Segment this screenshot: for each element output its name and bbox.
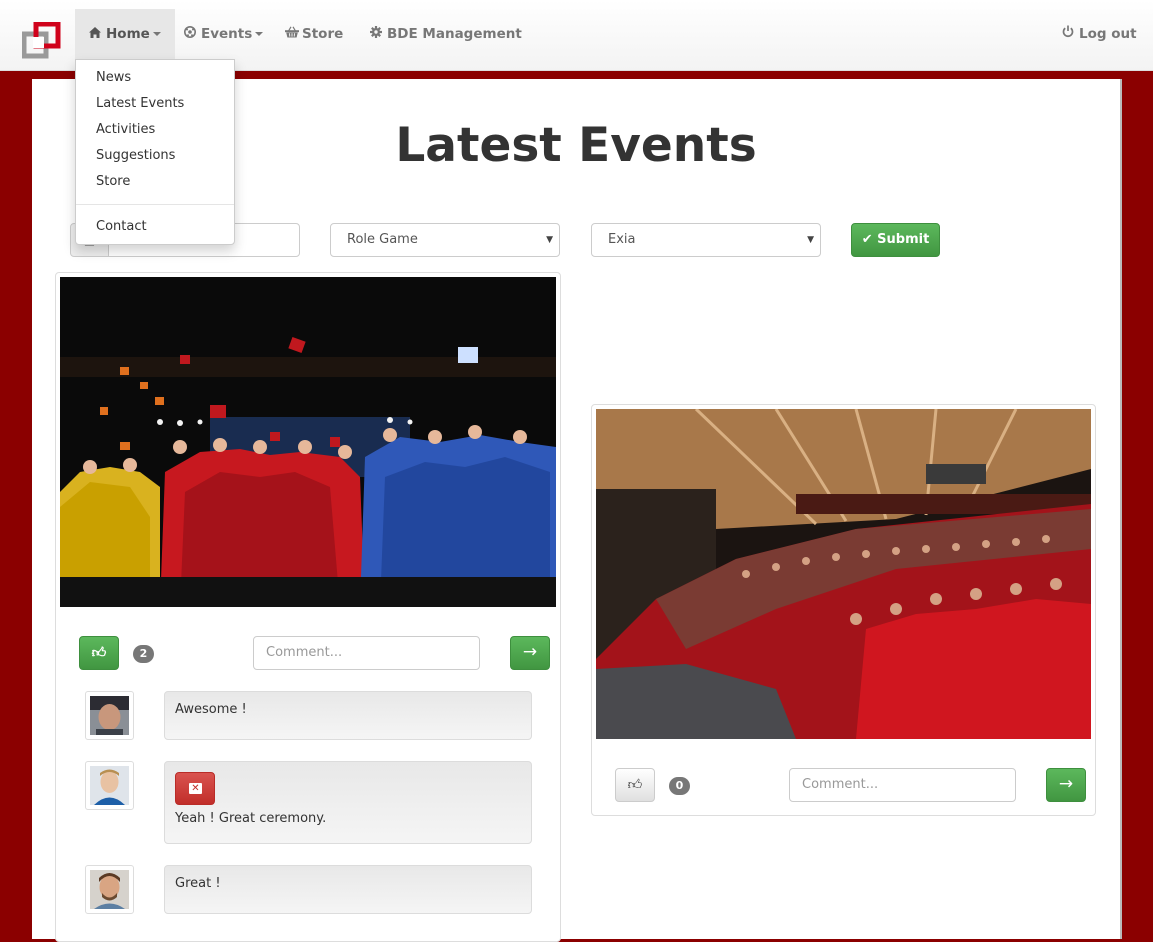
- comment: Awesome !: [164, 691, 532, 740]
- comment: ✕ Yeah ! Great ceremony.: [164, 761, 532, 844]
- home-dropdown-menu: News Latest Events Activities Suggestion…: [75, 59, 235, 245]
- thumbs-up-icon: 👍︎: [91, 645, 107, 661]
- logo[interactable]: [22, 22, 62, 60]
- send-comment-button[interactable]: →: [1046, 768, 1086, 802]
- dropdown-item-store[interactable]: Store: [76, 169, 234, 195]
- dropdown-item-news[interactable]: News: [76, 65, 234, 91]
- event-card: 👍︎ 2 Comment... → Awesome ! ✕ Yeah ! Gre…: [55, 272, 561, 942]
- home-icon: [89, 9, 102, 59]
- comment-input[interactable]: Comment...: [253, 636, 480, 670]
- dropdown-item-contact[interactable]: Contact: [76, 214, 234, 240]
- delete-comment-button[interactable]: ✕: [175, 772, 215, 805]
- soccer-ball-icon: [184, 9, 197, 59]
- thumbs-up-icon: 👍︎: [627, 777, 643, 793]
- dropdown-item-activities[interactable]: Activities: [76, 117, 234, 143]
- auditorium-photo: [596, 409, 1091, 739]
- dropdown-arrow-icon: ▼: [807, 235, 814, 245]
- chevron-down-icon: [255, 32, 264, 36]
- nav-store-label: Store: [302, 26, 344, 42]
- gear-icon: [370, 9, 383, 59]
- dropdown-item-latest-events[interactable]: Latest Events: [76, 91, 234, 117]
- submit-label: Submit: [877, 232, 930, 247]
- close-icon: ✕: [189, 783, 202, 794]
- category-select-value: Role Game: [347, 232, 418, 247]
- comment-text: Awesome !: [175, 702, 247, 717]
- avatar: [85, 761, 134, 810]
- logout-button[interactable]: Log out: [1048, 9, 1151, 59]
- send-comment-button[interactable]: →: [510, 636, 550, 670]
- like-button[interactable]: 👍︎: [79, 636, 119, 670]
- dropdown-arrow-icon: ▼: [546, 235, 553, 245]
- power-icon: [1062, 9, 1075, 59]
- comment-input[interactable]: Comment...: [789, 768, 1016, 802]
- nav-events-label: Events: [201, 26, 253, 42]
- arrow-right-icon: →: [1058, 774, 1074, 794]
- category-select[interactable]: Role Game ▼: [330, 223, 560, 257]
- campus-select[interactable]: Exia ▼: [591, 223, 821, 257]
- avatar: [85, 865, 134, 914]
- comment-text: Yeah ! Great ceremony.: [175, 811, 327, 826]
- chevron-down-icon: [152, 32, 161, 36]
- logout-label: Log out: [1079, 26, 1137, 42]
- comment-text: Great !: [175, 876, 221, 891]
- nav-events[interactable]: Events: [170, 9, 277, 59]
- basket-icon: [285, 9, 299, 59]
- dropdown-divider: [76, 204, 234, 205]
- check-icon: ✔: [861, 232, 873, 247]
- dropdown-item-suggestions[interactable]: Suggestions: [76, 143, 234, 169]
- like-count-badge: 0: [669, 777, 690, 795]
- like-count-badge: 2: [133, 645, 154, 663]
- nav-store[interactable]: Store: [271, 9, 357, 59]
- like-button[interactable]: 👍︎: [615, 768, 655, 802]
- arrow-right-icon: →: [522, 642, 538, 662]
- comment: Great !: [164, 865, 532, 914]
- nav-bde-management-label: BDE Management: [387, 26, 522, 42]
- nav-home[interactable]: Home: [75, 9, 175, 59]
- avatar: [85, 691, 134, 740]
- campus-select-value: Exia: [608, 232, 636, 247]
- submit-button[interactable]: ✔ Submit: [851, 223, 940, 257]
- graduation-photo: [60, 277, 556, 607]
- nav-home-label: Home: [106, 26, 150, 42]
- event-card: 👍︎ 0 Comment... →: [591, 404, 1096, 816]
- nav-bde-management[interactable]: BDE Management: [356, 9, 536, 59]
